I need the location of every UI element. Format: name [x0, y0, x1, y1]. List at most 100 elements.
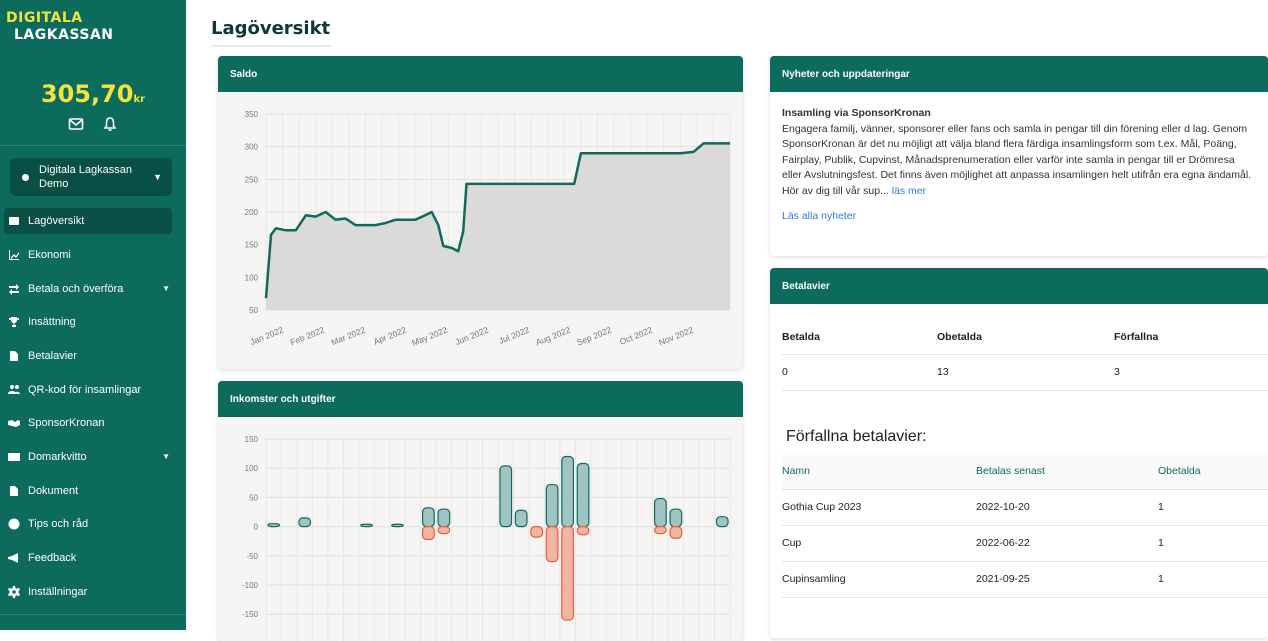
card-icon	[8, 451, 20, 463]
megaphone-icon	[8, 552, 20, 564]
table-row[interactable]: Cup 2022-06-22 1	[782, 525, 1268, 561]
cell-name: Cup	[782, 537, 802, 549]
expense-bar	[576, 525, 590, 536]
overdue-title: Förfallna betalavier:	[786, 428, 927, 445]
title-underline	[211, 45, 331, 47]
bell-icon[interactable]	[102, 116, 118, 137]
sidebar-item-label: Tips och råd	[28, 518, 89, 531]
club-name-line1: Digitala Lagkassan	[39, 164, 132, 176]
sidebar-item-betala-och-överföra[interactable]: Betala och överföra ▼	[0, 272, 186, 306]
x-tick-label: May 2022	[410, 324, 449, 347]
club-dot-icon	[22, 173, 29, 181]
sidebar-item-ekonomi[interactable]: Ekonomi	[0, 238, 186, 272]
table-row[interactable]: Cupinsamling 2021-09-25 1	[782, 561, 1268, 597]
expense-bar	[654, 525, 667, 535]
info-icon	[8, 518, 20, 530]
expense-bar	[422, 525, 435, 541]
sidebar-item-label: Inställningar	[28, 585, 88, 598]
betalavier-summary-table: Betalda Obetalda Förfallna 0 13 3	[782, 320, 1268, 391]
divider	[0, 145, 186, 146]
value-forfallna: 3	[1114, 366, 1120, 378]
sidebar-item-domarkvitto[interactable]: Domarkvitto ▼	[0, 440, 186, 474]
sidebar-item-label: QR-kod för insamlingar	[28, 383, 142, 396]
page-title: Lagöversikt	[211, 18, 331, 39]
x-tick-label: Jan 2022	[249, 324, 285, 346]
expense-bar	[545, 525, 559, 563]
news-card: Nyheter och uppdateringar Insamling via …	[770, 56, 1268, 256]
sidebar-item-lagöversikt[interactable]: Lagöversikt	[4, 208, 172, 234]
read-more-link[interactable]: läs mer	[892, 185, 926, 197]
chevron-down-icon: ▼	[162, 284, 170, 294]
y-tick-label: -100	[242, 581, 259, 590]
expense-bar	[437, 525, 451, 535]
news-heading: Insamling via SponsorKronan	[782, 107, 931, 119]
sidebar-item-qr-kod-för-insamlingar[interactable]: QR-kod för insamlingar	[0, 373, 186, 407]
y-tick-label: 150	[245, 241, 259, 250]
income-bar	[360, 523, 373, 528]
news-body-text: Engagera familj, vänner, sponsorer eller…	[782, 122, 1252, 197]
y-tick-label: 50	[249, 306, 258, 315]
news-card-title: Nyheter och uppdateringar	[770, 56, 1268, 92]
gear-icon	[8, 585, 20, 598]
x-tick-label: Aug 2022	[534, 324, 572, 347]
cell-unpaid: 1	[1158, 501, 1164, 513]
betalavier-card: Betalavier Betalda Obetalda Förfallna 0 …	[770, 268, 1268, 638]
saldo-chart: 50 100 150 200 250 300 350 Jan 2022 Feb 2022 Mar …	[245, 110, 731, 348]
document-icon	[8, 485, 20, 497]
sidebar-item-label: Betalavier	[28, 349, 77, 362]
income-bar	[654, 497, 667, 528]
value-betalda: 0	[782, 366, 788, 378]
y-tick-label: 200	[245, 208, 259, 217]
sidebar-item-sponsorkronan[interactable]: SponsorKronan	[0, 406, 186, 440]
x-tick-label: Oct 2022	[618, 324, 654, 346]
sidebar-item-label: Insättning	[28, 316, 76, 329]
col-header-obetalda: Obetalda	[937, 330, 982, 343]
app-logo[interactable]: DIGITALA LAGKASSAN	[6, 10, 114, 44]
y-tick-label: 100	[245, 464, 259, 473]
trophy-icon	[8, 316, 20, 328]
col-header-betalda: Betalda	[782, 330, 820, 343]
income-bar	[391, 523, 404, 528]
income-bar	[576, 462, 590, 528]
chevron-down-icon: ▼	[153, 172, 162, 182]
saldo-card-title: Saldo	[218, 56, 743, 92]
income-bar	[422, 507, 435, 528]
sidebar-nav: Lagöversikt Ekonomi Betala och överföra ▼ In…	[0, 205, 186, 609]
sidebar-item-feedback[interactable]: Feedback	[0, 541, 186, 575]
y-tick-label: -150	[242, 610, 259, 619]
cell-unpaid: 1	[1158, 537, 1164, 549]
club-selector[interactable]: Digitala Lagkassan Demo ▼	[10, 158, 172, 196]
income-bar	[561, 455, 574, 528]
sidebar-item-dokument[interactable]: Dokument	[0, 474, 186, 508]
sidebar-item-label: Betala och överföra	[28, 282, 124, 295]
cell-name: Cupinsamling	[782, 573, 846, 585]
sidebar-item-betalavier[interactable]: Betalavier	[0, 339, 186, 373]
x-tick-label: Apr 2022	[372, 324, 408, 346]
y-tick-label: -50	[246, 552, 258, 561]
sidebar-item-label: Ekonomi	[28, 248, 71, 261]
sidebar-item-insättning[interactable]: Insättning	[0, 305, 186, 339]
table-row[interactable]: Gothia Cup 2023 2022-10-20 1	[782, 489, 1268, 525]
overdue-table: Namn Betalas senast Obetalda Gothia Cup …	[782, 453, 1268, 598]
mail-icon[interactable]	[68, 116, 84, 137]
balance-value: 305,70	[40, 80, 134, 108]
expense-bar	[530, 525, 544, 538]
col-header-forfallna: Förfallna	[1114, 330, 1159, 343]
income-chart: 150 100 50 0 -50 -100 -150	[242, 435, 731, 641]
sidebar-item-inställningar[interactable]: Inställningar	[0, 575, 186, 609]
income-bar	[715, 516, 729, 528]
users-icon	[8, 384, 20, 396]
y-tick-label: 250	[245, 175, 259, 184]
y-tick-label: 150	[245, 435, 259, 444]
income-bar	[437, 508, 451, 528]
logo-line1: DIGITALA	[6, 10, 83, 26]
sidebar-item-tips-och-råd[interactable]: Tips och råd	[0, 508, 186, 542]
income-bar	[499, 465, 513, 528]
transfer-icon	[8, 283, 20, 295]
divider	[0, 614, 186, 615]
income-bar	[669, 508, 683, 528]
x-tick-label: Jul 2022	[497, 324, 531, 345]
x-tick-label: Sep 2022	[575, 324, 613, 347]
sidebar-item-label: Dokument	[28, 484, 79, 497]
all-news-link[interactable]: Läs alla nyheter	[782, 210, 856, 222]
